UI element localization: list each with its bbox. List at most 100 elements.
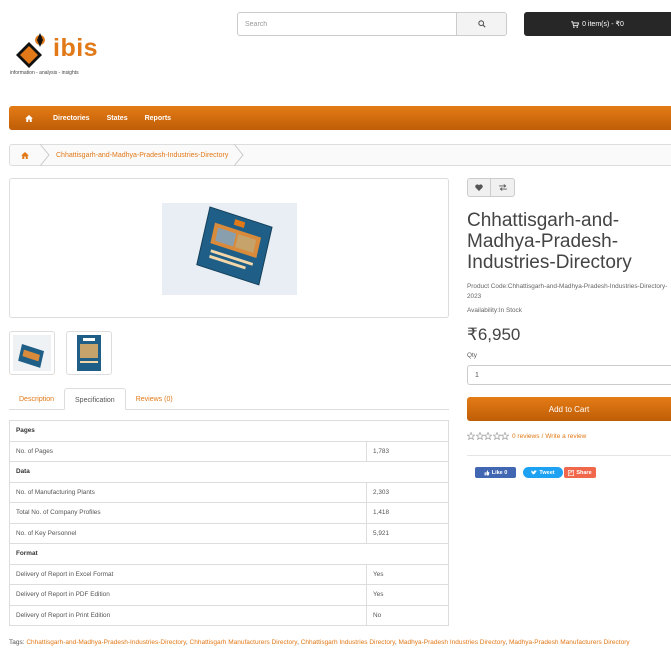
table-row: Delivery of Report in PDF Edition Yes <box>9 584 449 606</box>
tab-description[interactable]: Description <box>9 388 64 410</box>
spec-label: Delivery of Report in PDF Edition <box>9 584 367 606</box>
product-thumbnail-2[interactable] <box>66 331 112 375</box>
spec-label: No. of Manufacturing Plants <box>9 481 367 503</box>
cart-label: 0 item(s) - ₹0 <box>582 21 624 28</box>
spec-value: 5,921 <box>366 522 449 544</box>
home-icon <box>25 114 33 122</box>
table-row: Delivery of Report in Excel Format Yes <box>9 563 449 585</box>
spec-group-header: Pages <box>9 420 449 442</box>
tags-prefix: Tags: <box>9 639 25 646</box>
tag-link[interactable]: Chhattisgarh Manufacturers Directory <box>190 639 298 646</box>
logo-mark-icon <box>16 33 45 68</box>
exchange-icon <box>498 184 507 191</box>
thumbs-up-icon <box>484 469 490 475</box>
twitter-bird-icon <box>531 470 538 475</box>
table-group-row: Data <box>9 461 449 483</box>
spec-value: Yes <box>366 563 449 585</box>
tag-link[interactable]: Chhattisgarh-and-Madhya-Pradesh-Industri… <box>26 639 186 646</box>
cart-button[interactable]: 0 item(s) - ₹0 <box>524 12 671 36</box>
search-icon <box>477 20 486 28</box>
spec-label: No. of Key Personnel <box>9 522 367 544</box>
rating-separator: / <box>541 432 544 440</box>
product-tabs: Description Specification Reviews (0) <box>9 388 449 410</box>
home-icon <box>21 151 29 159</box>
product-code: Product Code:Chhattisgarh-and-Madhya-Pra… <box>467 282 671 302</box>
spec-label: No. of Pages <box>9 440 367 462</box>
product-title: Chhattisgarh-and-Madhya-Pradesh-Industri… <box>467 210 632 273</box>
star-icon <box>484 432 492 440</box>
share-button[interactable]: Share <box>564 467 596 478</box>
tag-link[interactable]: Chhattisgarh Industries Directory <box>301 639 395 646</box>
heart-icon <box>475 184 483 191</box>
spec-group-header: Format <box>9 543 449 565</box>
star-icon <box>492 432 501 440</box>
breadcrumb-separator <box>234 144 245 166</box>
table-row: Total No. of Company Profiles 1,418 <box>9 502 449 524</box>
availability-label: Availability: <box>467 307 499 314</box>
star-icon <box>475 432 484 440</box>
write-review-link[interactable]: Write a review <box>545 433 586 440</box>
table-row: No. of Pages 1,783 <box>9 440 449 462</box>
product-thumbnail-1[interactable] <box>9 331 55 375</box>
star-icon <box>501 432 509 440</box>
tweet-label: Tweet <box>539 469 555 476</box>
logo-text: ibis <box>53 34 99 62</box>
spec-value: 1,783 <box>366 440 449 462</box>
spec-value: 2,303 <box>366 481 449 503</box>
product-cover-image <box>162 203 297 295</box>
spec-label: Delivery of Report in Print Edition <box>9 604 367 626</box>
quantity-label: Qty <box>467 352 477 359</box>
star-icon <box>467 432 475 440</box>
rating-stars <box>467 432 509 440</box>
thumbnail-image <box>13 335 51 371</box>
spec-value: Yes <box>366 584 449 606</box>
search-bar <box>237 12 507 36</box>
quantity-input[interactable] <box>467 365 671 385</box>
spec-value: No <box>366 604 449 626</box>
share-label: Share <box>576 469 592 476</box>
search-input[interactable] <box>237 12 456 36</box>
tab-reviews[interactable]: Reviews (0) <box>126 388 183 410</box>
thumbnail-image <box>77 335 101 371</box>
compare-button[interactable] <box>491 178 515 197</box>
table-row: No. of Manufacturing Plants 2,303 <box>9 481 449 503</box>
product-price: ₹6,950 <box>467 325 521 344</box>
tag-link[interactable]: Madhya-Pradesh Manufacturers Directory <box>509 639 630 646</box>
cart-icon <box>571 20 580 28</box>
tag-link[interactable]: Madhya-Pradesh Industries Directory <box>399 639 506 646</box>
table-row: No. of Key Personnel 5,921 <box>9 522 449 544</box>
add-to-cart-button[interactable]: Add to Cart <box>467 397 671 421</box>
nav-item-states[interactable]: States <box>107 115 128 122</box>
product-availability: Availability:In Stock <box>467 306 671 316</box>
spec-group-header: Data <box>9 461 449 483</box>
spec-label: Delivery of Report in Excel Format <box>9 563 367 585</box>
table-group-row: Pages <box>9 420 449 442</box>
spec-value: 1,418 <box>366 502 449 524</box>
facebook-like-button[interactable]: Like 0 <box>475 467 516 478</box>
nav-item-directories[interactable]: Directories <box>53 115 90 122</box>
main-nav: Directories States Reports <box>9 106 671 130</box>
add-to-wishlist-button[interactable] <box>467 178 491 197</box>
product-rating: 0 reviews / Write a review <box>467 432 586 440</box>
logo-tagline: information - analysis - insights <box>10 70 79 76</box>
like-label: Like 0 <box>491 469 508 476</box>
specification-table: Pages No. of Pages 1,783 Data No. of Man… <box>9 420 449 626</box>
breadcrumb: Chhattisgarh-and-Madhya-Pradesh-Industri… <box>9 144 671 166</box>
tab-specification[interactable]: Specification <box>64 388 126 410</box>
reviews-link[interactable]: 0 reviews <box>512 433 539 440</box>
availability-value: In Stock <box>498 307 522 314</box>
breadcrumb-current[interactable]: Chhattisgarh-and-Madhya-Pradesh-Industri… <box>56 152 228 159</box>
breadcrumb-separator <box>40 144 50 166</box>
table-group-row: Format <box>9 543 449 565</box>
divider <box>467 455 671 456</box>
search-button[interactable] <box>456 12 507 36</box>
breadcrumb-home-link[interactable] <box>10 145 40 165</box>
nav-home-link[interactable] <box>25 114 53 122</box>
nav-item-reports[interactable]: Reports <box>145 115 171 122</box>
tweet-button[interactable]: Tweet <box>523 467 563 478</box>
table-row: Delivery of Report in Print Edition No <box>9 604 449 626</box>
site-logo[interactable]: ibis information - analysis - insights <box>9 26 119 78</box>
product-tags: Tags: Chhattisgarh-and-Madhya-Pradesh-In… <box>9 639 630 646</box>
product-code-label: Product Code: <box>467 283 508 290</box>
product-main-image[interactable] <box>9 178 449 318</box>
